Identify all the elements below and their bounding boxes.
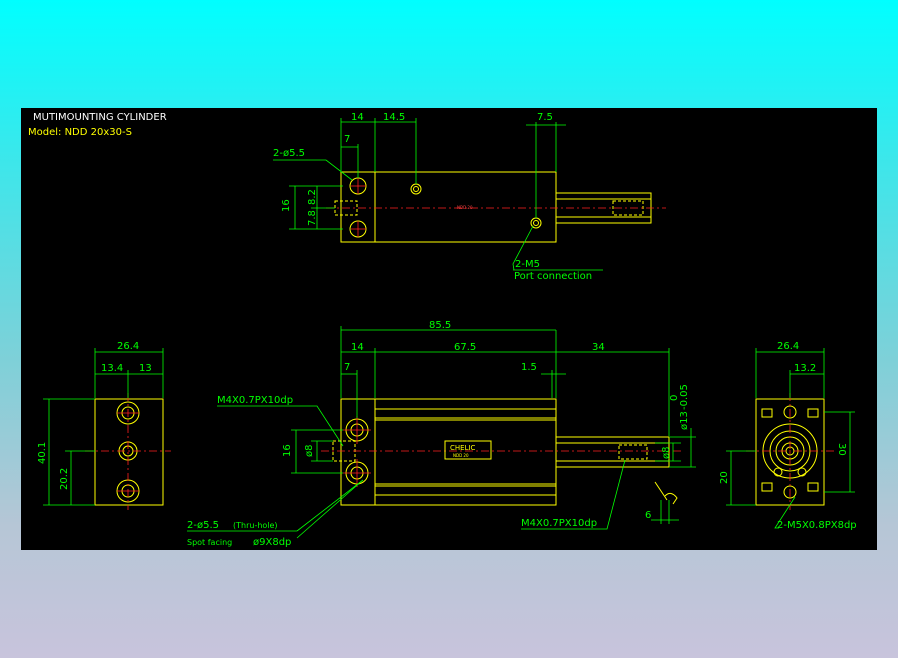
top-port-label: 2-M5 [515, 259, 540, 270]
brand-label: CHELIC [450, 444, 476, 452]
dim-right-30: 30 [836, 443, 847, 456]
spot-facing-dim: ø9X8dp [253, 537, 291, 548]
top-port-desc: Port connection [514, 271, 592, 282]
front-rod [555, 436, 670, 468]
dim-top-7: 7 [344, 134, 350, 145]
dim-front-6: 6 [645, 510, 651, 521]
dim-front-85-5: 85.5 [429, 320, 451, 331]
dim-top-7-5: 7.5 [537, 112, 553, 123]
dim-right-26-4: 26.4 [777, 341, 799, 352]
dim-left-26-4: 26.4 [117, 341, 139, 352]
top-holes-label: 2-ø5.5 [273, 148, 305, 159]
dim-front-34: 34 [592, 342, 605, 353]
dim-left-20-2: 20.2 [59, 468, 70, 490]
right-view: 26.4 13.2 30 20 2-M5X0.8PX8dp [719, 341, 857, 531]
front-holes-label: 2-ø5.5 [187, 520, 219, 531]
front-thread-right: M4X0.7PX10dp [521, 518, 597, 529]
model-label: Model: NDD 20x30-S [28, 127, 132, 138]
plate-line: NDD 20 [453, 453, 469, 458]
dim-front-67-5: 67.5 [454, 342, 476, 353]
top-view: NDD 20 14 14.5 7 7.5 2-ø5.5 16 7.8 8.2 2… [273, 112, 666, 282]
dim-front-14: 14 [351, 342, 364, 353]
dim-top-7-8: 7.8 [307, 210, 318, 226]
dim-left-13-4: 13.4 [101, 363, 123, 374]
dim-front-7: 7 [344, 362, 350, 373]
front-view: CHELIC NDD 20 85.5 14 67.5 34 7 1.5 M4X0… [187, 320, 696, 548]
dim-front-1-5: 1.5 [521, 362, 537, 373]
spot-facing-label: Spot facing [187, 538, 232, 547]
tol-bottom: -0.05 [679, 384, 690, 410]
cylinder-drawing: MUTIMOUNTING CYLINDER Model: NDD 20x30-S… [28, 112, 857, 548]
dim-right-13-2: 13.2 [794, 363, 816, 374]
left-view: 26.4 13.4 13 40.1 20.2 [37, 341, 171, 510]
dim-top-14-5: 14.5 [383, 112, 405, 123]
cad-drawing-canvas: MUTIMOUNTING CYLINDER Model: NDD 20x30-S… [21, 108, 877, 550]
top-body-text: NDD 20 [457, 205, 473, 210]
dim-top-14: 14 [351, 112, 364, 123]
dim-front-phi8-left: ø8 [304, 445, 315, 457]
dim-front-16: 16 [282, 444, 293, 457]
dim-left-13: 13 [139, 363, 152, 374]
dim-right-20: 20 [719, 471, 730, 484]
dim-front-phi13: ø13 [679, 411, 690, 430]
front-holes-note: (Thru-hole) [233, 521, 278, 530]
dim-top-8-2: 8.2 [307, 189, 318, 205]
top-body [340, 171, 557, 243]
front-body [340, 398, 557, 506]
dim-top-16: 16 [281, 199, 292, 212]
right-thread-label: 2-M5X0.8PX8dp [777, 520, 857, 531]
left-body [94, 398, 164, 506]
dim-left-40-1: 40.1 [37, 442, 48, 464]
dim-front-phi8-rod: ø8 [661, 447, 672, 459]
front-thread-left: M4X0.7PX10dp [217, 395, 293, 406]
drawing-title: MUTIMOUNTING CYLINDER [33, 112, 167, 123]
